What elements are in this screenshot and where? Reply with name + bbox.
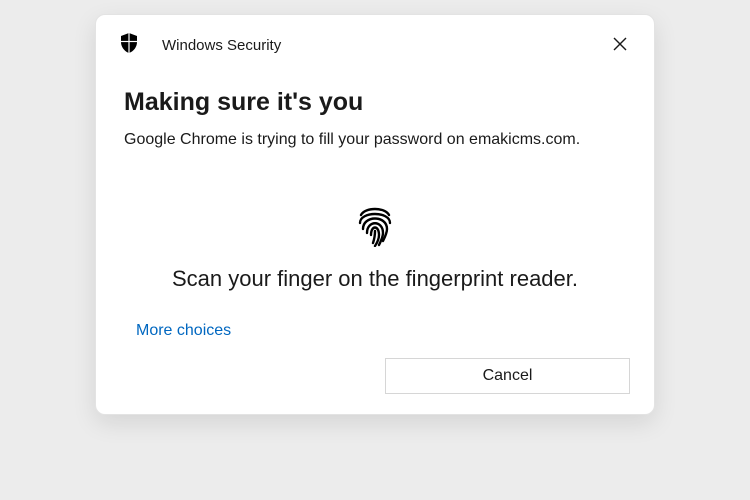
dialog-title: Making sure it's you [96,70,654,125]
more-choices-link[interactable]: More choices [96,292,231,340]
cancel-button[interactable]: Cancel [385,358,630,394]
scan-instruction: Scan your finger on the fingerprint read… [96,266,654,292]
dialog-header: Windows Security [96,33,654,70]
close-button[interactable] [606,31,634,59]
dialog-message: Google Chrome is trying to fill your pas… [96,125,654,151]
close-icon [613,37,627,54]
dialog-footer: Cancel [96,340,654,394]
shield-icon [120,33,138,58]
app-name: Windows Security [162,37,281,54]
fingerprint-icon [355,203,395,252]
fingerprint-section: Scan your finger on the fingerprint read… [96,151,654,292]
windows-security-dialog: Windows Security Making sure it's you Go… [95,14,655,415]
